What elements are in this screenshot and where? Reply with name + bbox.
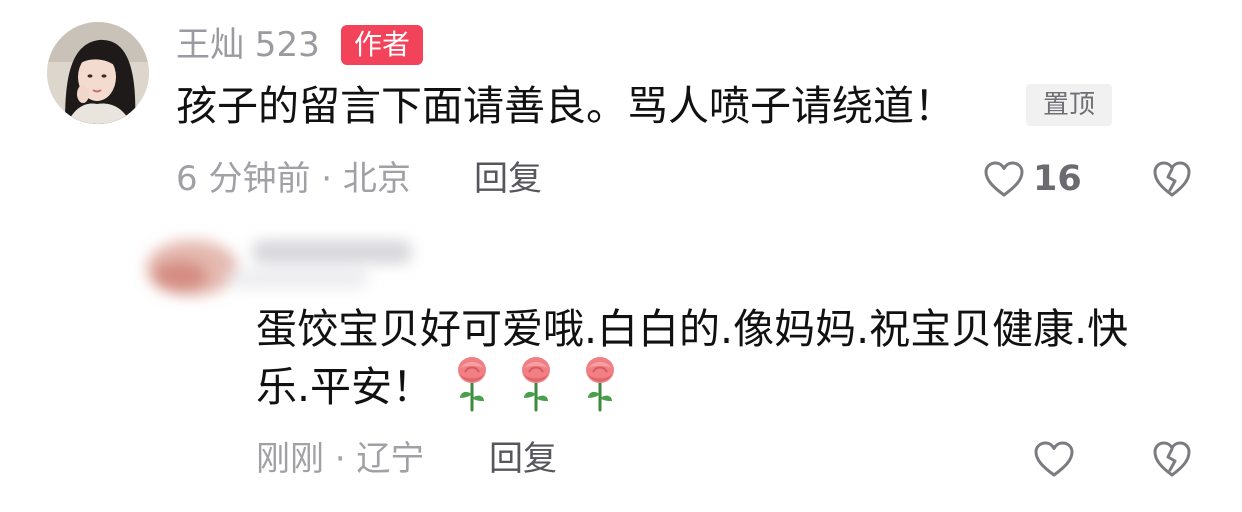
broken-heart-icon[interactable] [1152,440,1192,478]
author-badge: 作者 [341,25,423,65]
comment-meta: 刚刚 · 辽宁 [256,439,425,479]
comment-text: 孩子的留言下面请善良。骂人喷子请绕道！ [176,82,955,130]
comment-text-line-2: 乐.平安！ [256,363,434,411]
blurred-user-info [132,224,452,310]
rose-icon [452,356,492,414]
broken-heart-icon[interactable] [1152,160,1192,198]
avatar[interactable] [47,22,149,124]
reply-button[interactable]: 回复 [474,158,542,200]
heart-outline-icon[interactable] [1033,440,1075,478]
pinned-badge: 置顶 [1026,84,1112,126]
rose-icon [516,356,556,414]
rose-icon [580,356,620,414]
heart-outline-icon[interactable] [983,160,1025,198]
comment-meta: 6 分钟前 · 北京 [176,159,411,199]
comment-text: 蛋饺宝贝好可爱哦.白白的.像妈妈.祝宝贝健康.快 乐.平安！ [256,300,1216,416]
comment-text-line-1: 蛋饺宝贝好可爱哦.白白的.像妈妈.祝宝贝健康.快 [256,305,1129,353]
username[interactable]: 王灿 523 [176,24,320,66]
like-count: 16 [1033,159,1082,199]
reply-button[interactable]: 回复 [489,438,557,480]
